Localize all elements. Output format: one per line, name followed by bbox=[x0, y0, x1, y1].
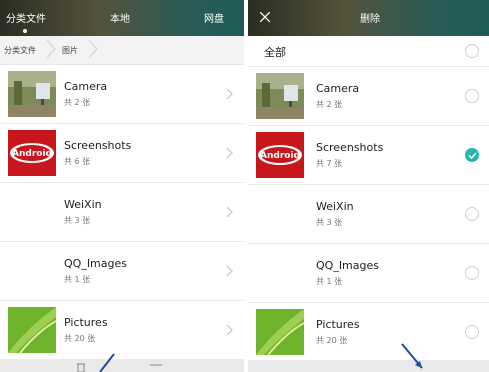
chevron-right-icon bbox=[226, 324, 233, 336]
album-name: Screenshots bbox=[64, 139, 132, 152]
album-name: QQ_Images bbox=[64, 257, 127, 270]
breadcrumb-category-files[interactable]: 分类文件 bbox=[4, 45, 36, 56]
album-row-qq-images[interactable]: QQ_Images 共 1 张 bbox=[0, 242, 244, 301]
album-count: 共 3 张 bbox=[64, 216, 91, 225]
annotation-arrow-icon bbox=[401, 343, 423, 369]
album-name: Screenshots bbox=[316, 141, 384, 154]
menu-icon[interactable] bbox=[150, 364, 162, 370]
green-leaf-thumbnail bbox=[256, 309, 304, 355]
row-checkbox[interactable] bbox=[465, 266, 479, 280]
album-row-weixin[interactable]: WeiXin 共 3 张 bbox=[0, 183, 244, 242]
album-name: Pictures bbox=[64, 316, 108, 329]
album-count: 共 6 张 bbox=[64, 157, 91, 166]
album-count: 共 20 张 bbox=[316, 336, 348, 345]
bottom-toolbar bbox=[0, 360, 244, 372]
album-name: Camera bbox=[316, 82, 360, 95]
active-tab-indicator bbox=[23, 29, 27, 33]
right-panel-delete-mode: 删除 全部 Camera 共 2 张 Android Screenshots 共… bbox=[248, 0, 489, 372]
breadcrumb-images[interactable]: 图片 bbox=[62, 45, 78, 56]
android-kitkat-thumbnail: Android bbox=[256, 132, 304, 178]
row-checkbox[interactable] bbox=[465, 325, 479, 339]
album-count: 共 1 张 bbox=[64, 275, 91, 284]
close-icon[interactable] bbox=[260, 12, 270, 22]
chevron-right-icon bbox=[226, 88, 233, 100]
row-checkbox-checked[interactable] bbox=[465, 148, 479, 162]
row-checkbox[interactable] bbox=[465, 89, 479, 103]
chevron-right-icon bbox=[226, 147, 233, 159]
android-kitkat-thumbnail: Android bbox=[8, 130, 56, 176]
album-row-weixin[interactable]: WeiXin 共 3 张 bbox=[248, 185, 489, 244]
album-count: 共 2 张 bbox=[316, 100, 343, 109]
green-leaf-thumbnail bbox=[8, 307, 56, 353]
tab-local[interactable]: 本地 bbox=[110, 10, 130, 25]
breadcrumb-separator-icon bbox=[46, 40, 56, 58]
chevron-right-icon bbox=[226, 265, 233, 277]
blank-thumbnail bbox=[8, 189, 56, 235]
tab-cloud[interactable]: 网盘 bbox=[204, 10, 224, 25]
album-name: Camera bbox=[64, 80, 108, 93]
album-row-pictures[interactable]: Pictures 共 20 张 bbox=[248, 303, 489, 362]
album-row-camera[interactable]: Camera 共 2 张 bbox=[0, 65, 244, 124]
left-top-bar: 分类文件 本地 网盘 bbox=[0, 0, 244, 36]
blank-thumbnail bbox=[8, 248, 56, 294]
album-count: 共 20 张 bbox=[64, 334, 96, 343]
checkmark-icon bbox=[468, 152, 477, 159]
breadcrumb: 分类文件 图片 bbox=[0, 36, 244, 65]
album-count: 共 7 张 bbox=[316, 159, 343, 168]
left-panel-gallery: 分类文件 本地 网盘 分类文件 图片 Camera 共 2 张 Android … bbox=[0, 0, 244, 372]
album-row-pictures[interactable]: Pictures 共 20 张 bbox=[0, 301, 244, 360]
album-name: Pictures bbox=[316, 318, 360, 331]
tab-category-files[interactable]: 分类文件 bbox=[6, 10, 46, 25]
row-checkbox[interactable] bbox=[465, 207, 479, 221]
annotation-arrow-icon bbox=[99, 353, 115, 372]
svg-text:Android: Android bbox=[260, 151, 300, 161]
select-all-row[interactable]: 全部 bbox=[248, 36, 489, 67]
camera-photo-thumbnail bbox=[256, 73, 304, 119]
blank-thumbnail bbox=[256, 191, 304, 237]
album-count: 共 1 张 bbox=[316, 277, 343, 286]
album-row-screenshots[interactable]: Android Screenshots 共 7 张 bbox=[248, 126, 489, 185]
blank-thumbnail bbox=[256, 250, 304, 296]
album-count: 共 2 张 bbox=[64, 98, 91, 107]
breadcrumb-separator-icon bbox=[88, 40, 98, 58]
album-row-screenshots[interactable]: Android Screenshots 共 6 张 bbox=[0, 124, 244, 183]
svg-text:Android: Android bbox=[12, 149, 52, 159]
select-all-checkbox[interactable] bbox=[465, 44, 479, 58]
album-name: WeiXin bbox=[316, 200, 354, 213]
album-row-camera[interactable]: Camera 共 2 张 bbox=[248, 67, 489, 126]
select-all-label: 全部 bbox=[264, 46, 286, 59]
camera-photo-thumbnail bbox=[8, 71, 56, 117]
page-title: 删除 bbox=[360, 14, 380, 25]
album-row-qq-images[interactable]: QQ_Images 共 1 张 bbox=[248, 244, 489, 303]
right-top-bar: 删除 bbox=[248, 0, 489, 36]
chevron-right-icon bbox=[226, 206, 233, 218]
bottom-toolbar bbox=[248, 360, 489, 372]
album-name: WeiXin bbox=[64, 198, 102, 211]
album-count: 共 3 张 bbox=[316, 218, 343, 227]
album-name: QQ_Images bbox=[316, 259, 379, 272]
